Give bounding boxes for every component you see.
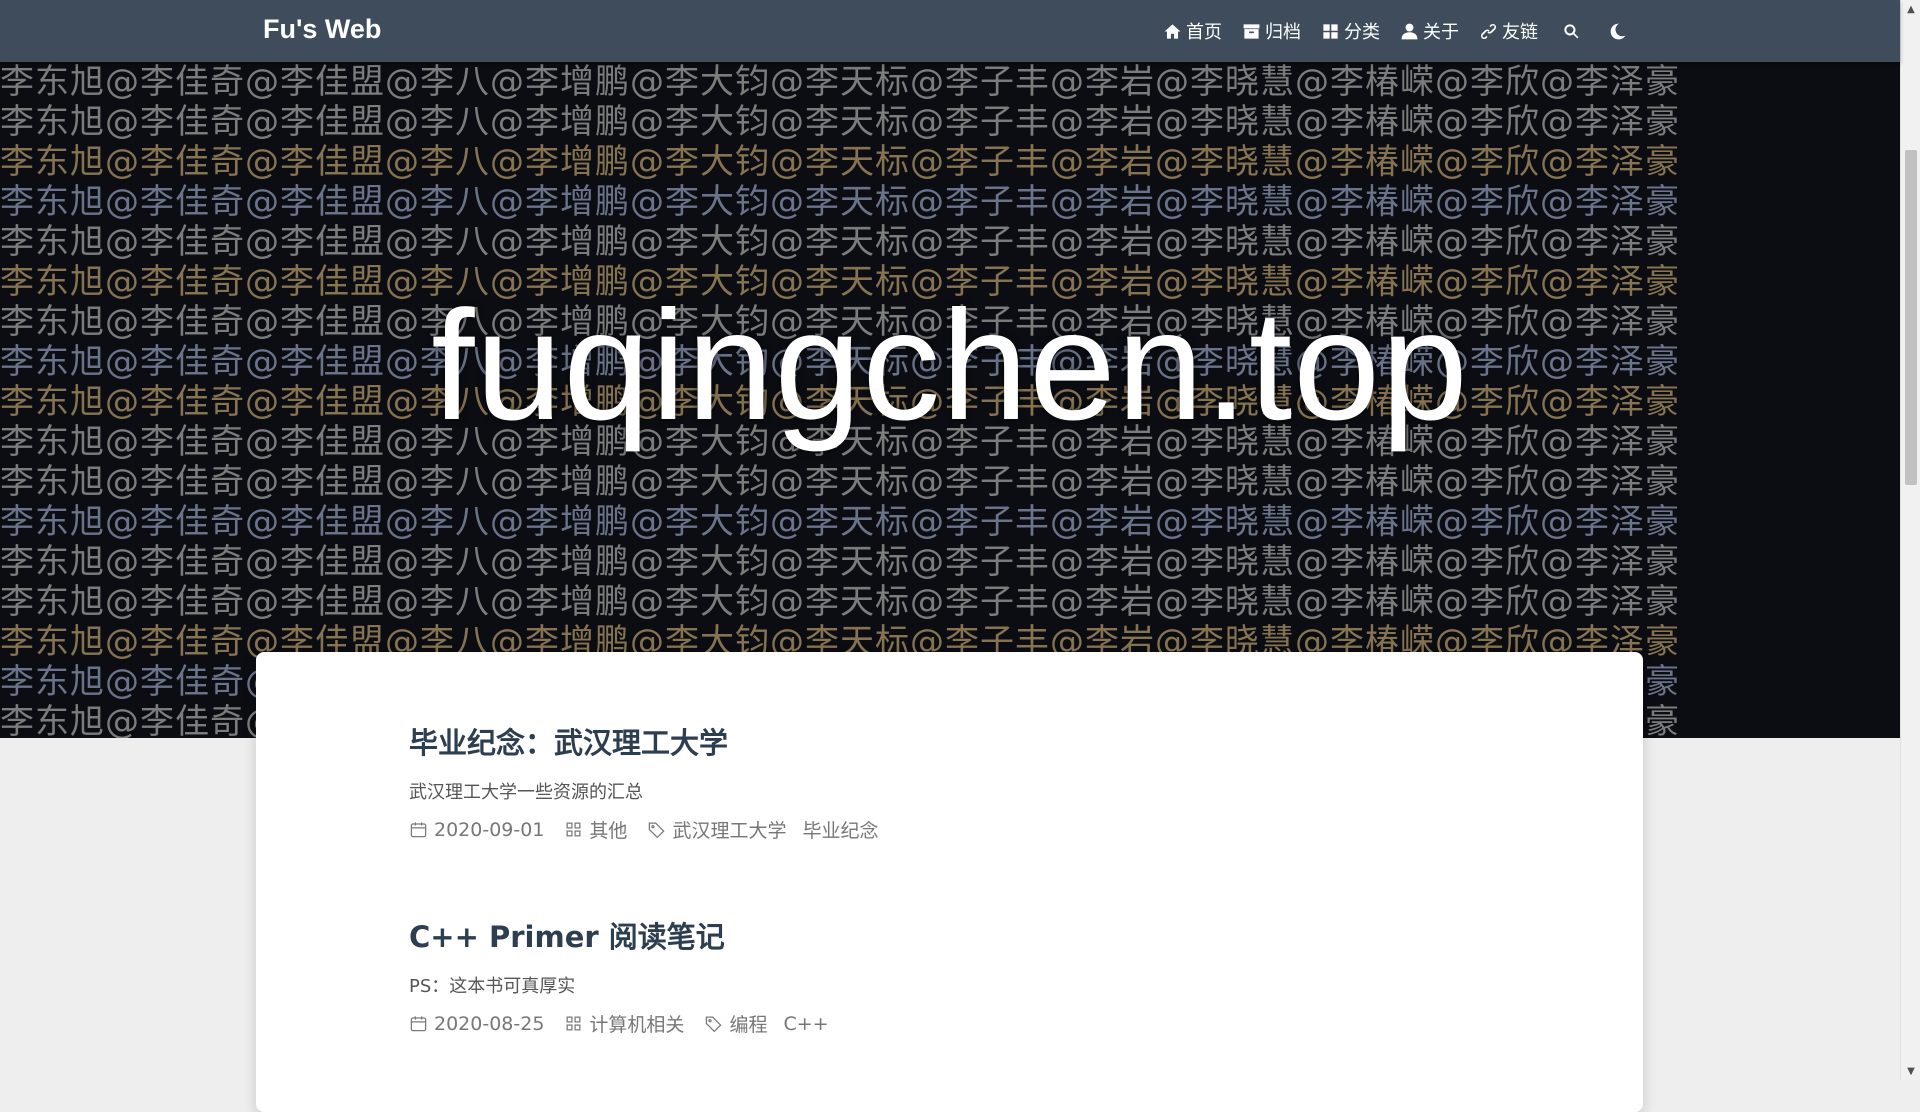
moon-icon [1610,23,1625,39]
nav-item-label: 归档 [1265,22,1301,43]
nav-item-archive[interactable]: 归档 [1242,18,1301,44]
banner-text-row: 李东旭@李佳奇@李佳盟@李八@李增鹏@李大钧@李天标@李子丰@李岩@李晓慧@李椿… [0,582,1680,622]
site-brand[interactable]: Fu's Web [263,14,381,45]
category-icon [1323,23,1338,39]
banner-text-row: 李东旭@李佳奇@李佳盟@李八@李增鹏@李大钧@李天标@李子丰@李岩@李晓慧@李椿… [0,542,1680,582]
archive-icon [1243,23,1260,39]
navbar: Fu's Web 首页 归档 分类 关于 友链 [0,0,1900,62]
post-category-link[interactable]: 其他 [589,816,627,843]
home-icon [1164,23,1181,39]
page-scrollbar[interactable]: ▲ ▼ [1900,0,1920,1080]
post-title[interactable]: C++ Primer 阅读笔记 [409,914,859,956]
nav-item-label: 首页 [1186,22,1222,43]
user-icon [1401,23,1418,39]
banner-text-row: 李东旭@李佳奇@李佳盟@李八@李增鹏@李大钧@李天标@李子丰@李岩@李晓慧@李椿… [0,102,1680,142]
category-icon [566,822,581,837]
banner-text-row: 李东旭@李佳奇@李佳盟@李八@李增鹏@李大钧@李天标@李子丰@李岩@李晓慧@李椿… [0,182,1680,222]
post-excerpt: PS：这本书可真厚实 [409,976,576,997]
post-tag-link[interactable]: 编程 [729,1010,767,1037]
calendar-icon [410,1016,427,1032]
calendar-icon [410,822,427,838]
post-meta: 2020-08-25 计算机相关 编程 C++ [409,1010,859,1037]
post-tags: 武汉理工大学 毕业纪念 [647,816,888,843]
banner-text-row: 李东旭@李佳奇@李佳盟@李八@李增鹏@李大钧@李天标@李子丰@李岩@李晓慧@李椿… [0,502,1680,542]
post-meta: 2020-09-01 其他 武汉理工大学 毕业纪念 [409,816,908,843]
nav-menu: 首页 归档 分类 关于 友链 [1163,0,1630,62]
post-date: 2020-09-01 [409,819,544,841]
nav-item-label: 关于 [1423,22,1459,43]
theme-toggle-button[interactable] [1604,18,1630,44]
post-item: 毕业纪念：武汉理工大学 武汉理工大学一些资源的汇总 2020-09-01 其他 … [409,720,908,843]
nav-item-label: 分类 [1344,22,1380,43]
banner-text-row: 李东旭@李佳奇@李佳盟@李八@李增鹏@李大钧@李天标@李子丰@李岩@李晓慧@李椿… [0,62,1680,102]
post-tags: 编程 C++ [704,1010,838,1037]
post-item: C++ Primer 阅读笔记 PS：这本书可真厚实 2020-08-25 计算… [409,914,859,1037]
link-icon [1480,23,1497,39]
post-title[interactable]: 毕业纪念：武汉理工大学 [409,720,908,762]
search-icon [1563,23,1578,38]
post-category-link[interactable]: 计算机相关 [589,1010,684,1037]
scrollbar-thumb[interactable] [1905,150,1917,485]
nav-item-about[interactable]: 关于 [1400,18,1459,44]
scroll-down-arrow-icon[interactable]: ▼ [1901,1062,1920,1080]
post-category: 其他 [564,816,627,843]
tag-icon [649,822,665,839]
nav-item-home[interactable]: 首页 [1163,18,1222,44]
hero-banner: 李东旭@李佳奇@李佳盟@李八@李增鹏@李大钧@李天标@李子丰@李岩@李晓慧@李椿… [0,62,1900,738]
nav-item-category[interactable]: 分类 [1321,18,1380,44]
tag-icon [706,1016,722,1033]
post-list-card: 毕业纪念：武汉理工大学 武汉理工大学一些资源的汇总 2020-09-01 其他 … [256,652,1643,1112]
nav-item-label: 友链 [1502,22,1538,43]
post-date-text: 2020-08-25 [434,1012,545,1035]
post-excerpt: 武汉理工大学一些资源的汇总 [409,782,643,803]
banner-title: fuqingchen.top [431,279,1469,453]
search-button[interactable] [1558,18,1584,44]
banner-text-row: 李东旭@李佳奇@李佳盟@李八@李增鹏@李大钧@李天标@李子丰@李岩@李晓慧@李椿… [0,222,1680,262]
category-icon [566,1016,581,1031]
banner-text-row: 李东旭@李佳奇@李佳盟@李八@李增鹏@李大钧@李天标@李子丰@李岩@李晓慧@李椿… [0,462,1680,502]
nav-item-links[interactable]: 友链 [1479,18,1538,44]
post-tag-link[interactable]: 毕业纪念 [802,816,878,843]
scroll-up-arrow-icon[interactable]: ▲ [1901,0,1920,18]
post-date: 2020-08-25 [409,1013,544,1035]
post-tag-link[interactable]: 武汉理工大学 [672,816,786,843]
post-tag-link[interactable]: C++ [783,1013,828,1035]
post-category: 计算机相关 [564,1010,684,1037]
post-date-text: 2020-09-01 [434,818,545,841]
banner-text-row: 李东旭@李佳奇@李佳盟@李八@李增鹏@李大钧@李天标@李子丰@李岩@李晓慧@李椿… [0,142,1680,182]
